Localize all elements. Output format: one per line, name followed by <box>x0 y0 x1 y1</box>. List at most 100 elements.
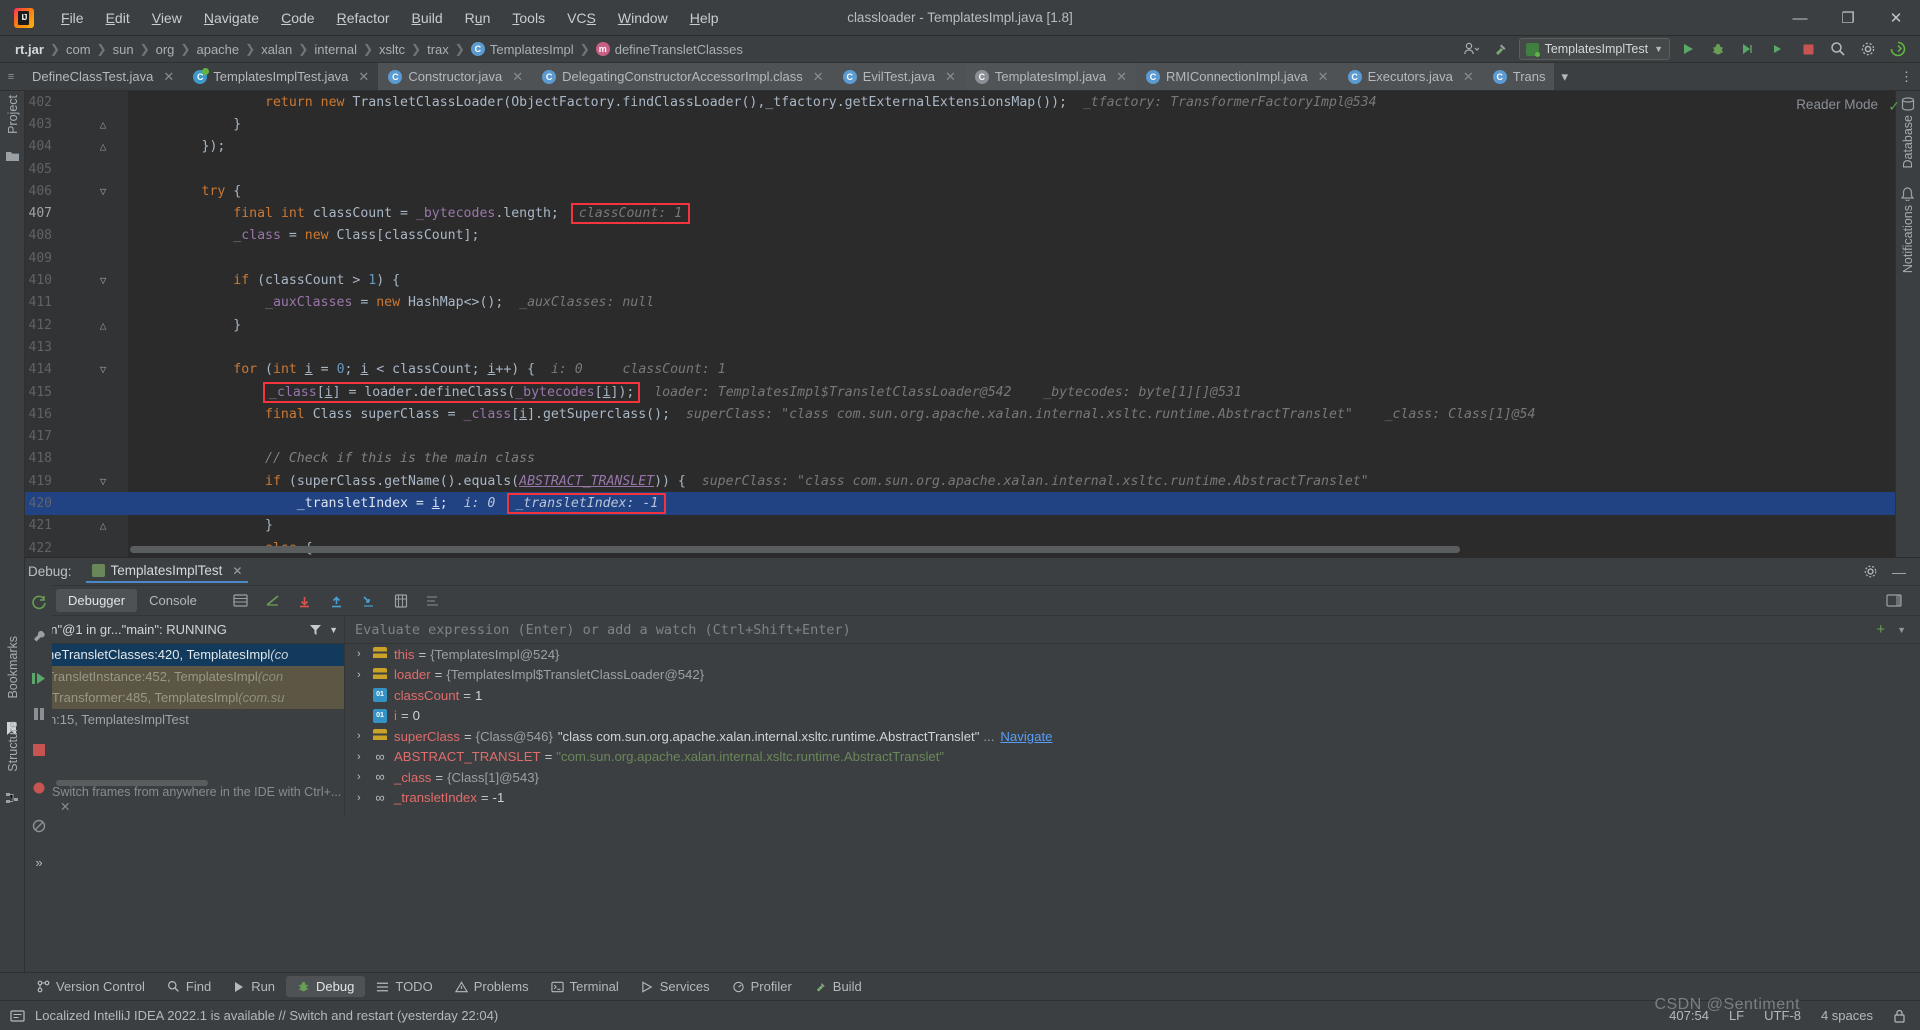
breadcrumb-item[interactable]: org <box>151 40 180 59</box>
tab-templates-impl[interactable]: C TemplatesImpl.java ✕ <box>964 63 1137 90</box>
code-line[interactable]: 409 <box>0 247 1920 270</box>
bottom-item-services[interactable]: Services <box>630 976 721 997</box>
stop-button[interactable] <box>1796 38 1820 60</box>
inline-debug-hint[interactable]: i: 0 classCount: 1 <box>535 362 726 377</box>
tab-templates-impl-test[interactable]: C TemplatesImplTest.java ✕ <box>183 63 378 90</box>
breadcrumb-item[interactable]: internal <box>309 40 362 59</box>
debug-session-tab[interactable]: TemplatesImplTest ✕ <box>85 560 249 583</box>
run-button[interactable] <box>1676 38 1700 60</box>
code-fold-icon[interactable]: ▽ <box>96 363 110 376</box>
pause-program-icon[interactable] <box>30 705 48 723</box>
bottom-item-profiler[interactable]: Profiler <box>721 976 803 997</box>
bottom-item-debug[interactable]: Debug <box>286 976 366 997</box>
editor-tab-bar[interactable]: ≡ DefineClassTest.java ✕ C TemplatesImpl… <box>0 63 1920 91</box>
run-configuration-selector[interactable]: TemplatesImplTest ▼ <box>1518 38 1670 60</box>
variable-row[interactable]: › ∞ ABSTRACT_TRANSLET = "com.sun.org.apache.… <box>345 747 1920 768</box>
bottom-item-run[interactable]: Run <box>222 976 286 997</box>
debug-toolbar[interactable] <box>231 591 443 611</box>
tab-list-icon[interactable]: ≡ <box>0 63 22 90</box>
tab-options-icon[interactable]: ⋮ <box>1893 63 1920 90</box>
settings-list-icon[interactable] <box>423 591 443 611</box>
tab-constructor[interactable]: C Constructor.java ✕ <box>378 63 533 90</box>
update-icon[interactable] <box>1886 38 1910 60</box>
tab-rmi-connection-impl[interactable]: C RMIConnectionImpl.java ✕ <box>1136 63 1338 90</box>
debug-button[interactable] <box>1706 38 1730 60</box>
menu-window[interactable]: Window <box>607 6 679 30</box>
breadcrumb-item[interactable]: rt.jar <box>10 40 49 59</box>
profile-button[interactable] <box>1766 38 1790 60</box>
tab-executors[interactable]: C Executors.java ✕ <box>1337 63 1483 90</box>
view-breakpoints-icon[interactable] <box>30 779 48 797</box>
variable-row[interactable]: › loader = {TemplatesImpl$TransletClassLoad… <box>345 665 1920 686</box>
code-line[interactable]: 414 ▽ for (int i = 0; i < classCount; i ++… <box>0 358 1920 381</box>
menu-vcs[interactable]: VCS <box>556 6 607 30</box>
chevron-right-icon[interactable]: › <box>357 730 373 742</box>
code-line[interactable]: 419 ▽ if (superClass.getName().equals(ABS… <box>0 470 1920 493</box>
tab-close-icon[interactable]: ✕ <box>1463 69 1474 85</box>
code-fold-icon[interactable]: △ <box>96 319 110 332</box>
code-line[interactable]: 411 _auxClasses = new HashMap<>(); _auxC… <box>0 291 1920 314</box>
tab-close-icon[interactable]: ✕ <box>945 69 956 85</box>
code-fold-icon[interactable]: ▽ <box>96 274 110 287</box>
bottom-item-terminal[interactable]: Terminal <box>540 976 630 997</box>
code-line[interactable]: 403 △ } <box>0 113 1920 136</box>
run-coverage-button[interactable] <box>1736 38 1760 60</box>
sidebar-item-notifications[interactable]: Notifications <box>1901 205 1915 273</box>
hammer-icon[interactable] <box>1489 38 1513 60</box>
user-icon[interactable] <box>1459 38 1483 60</box>
code-line[interactable]: 408 _class = new Class[classCount]; <box>0 224 1920 248</box>
inline-debug-hint[interactable]: i: 0 <box>448 496 496 511</box>
code-line[interactable]: 418 // Check if this is the main class <box>0 447 1920 471</box>
close-icon[interactable]: ✕ <box>60 800 70 814</box>
structure-icon[interactable] <box>5 791 20 806</box>
minimize-icon[interactable]: — <box>1892 564 1906 580</box>
menu-code[interactable]: Code <box>270 6 325 30</box>
editor-horizontal-scrollbar[interactable] <box>130 546 1460 553</box>
code-line[interactable]: 412 △ } <box>0 313 1920 337</box>
tab-evil-test[interactable]: C EvilTest.java ✕ <box>832 63 965 90</box>
menu-navigate[interactable]: Navigate <box>193 6 270 30</box>
inline-debug-hint-boxed[interactable]: _transletIndex: -1 <box>507 492 667 514</box>
debug-tool-window[interactable]: Debug: TemplatesImplTest ✕ — Debugger Co… <box>0 557 1920 972</box>
tab-trans[interactable]: C Trans <box>1482 63 1555 90</box>
chevron-right-icon[interactable]: › <box>357 792 373 804</box>
filter-icon[interactable] <box>309 624 322 636</box>
tab-console[interactable]: Console <box>137 589 209 612</box>
bottom-tool-bar[interactable]: Version Control Find Run Debug TODO Prob… <box>0 972 1920 1000</box>
inline-debug-hint[interactable]: _auxClasses: null <box>503 295 654 310</box>
code-fold-icon[interactable]: ▽ <box>96 475 110 488</box>
bottom-item-problems[interactable]: Problems <box>444 976 540 997</box>
lock-icon[interactable] <box>1893 1009 1906 1023</box>
gear-icon[interactable] <box>1863 564 1878 579</box>
breadcrumb-item-method[interactable]: m defineTransletClasses <box>591 40 748 59</box>
reader-mode-label[interactable]: Reader Mode <box>1796 97 1878 112</box>
project-icon[interactable] <box>5 149 20 164</box>
breadcrumb-item[interactable]: trax <box>422 40 454 59</box>
code-line[interactable]: 421 △ } <box>0 514 1920 537</box>
bell-icon[interactable] <box>1901 187 1916 202</box>
code-line[interactable]: 416 final Class superClass = _class[i].g… <box>0 403 1920 426</box>
breadcrumb-item[interactable]: com <box>61 40 96 59</box>
variable-row[interactable]: › ∞ _class = {Class[1]@543} <box>345 767 1920 788</box>
variables-panel[interactable]: Evaluate expression (Enter) or add a wat… <box>345 616 1920 816</box>
settings-wrench-icon[interactable] <box>30 627 48 645</box>
main-menu[interactable]: File Edit View Navigate Code Refactor Bu… <box>50 6 730 30</box>
bottom-item-todo[interactable]: TODO <box>365 976 443 997</box>
resume-program-icon[interactable] <box>30 669 48 687</box>
breadcrumb-item-class[interactable]: C TemplatesImpl <box>466 40 579 59</box>
tab-delegating-constructor-accessor-impl[interactable]: C DelegatingConstructorAccessorImpl.clas… <box>532 63 833 90</box>
status-message[interactable]: Localized IntelliJ IDEA 2022.1 is availa… <box>35 1008 498 1023</box>
minimize-button[interactable]: — <box>1776 0 1824 36</box>
chevron-down-icon[interactable]: ▼ <box>329 625 338 635</box>
variable-row[interactable]: › this = {TemplatesImpl@524} <box>345 644 1920 665</box>
layout-icon[interactable] <box>231 591 251 611</box>
code-line[interactable]: 402 return new TransletClassLoader(Objec… <box>0 91 1920 114</box>
step-over-icon[interactable] <box>295 591 315 611</box>
chevron-down-icon[interactable]: ▼ <box>1897 625 1906 635</box>
evaluate-expression-input[interactable]: Evaluate expression (Enter) or add a wat… <box>355 622 1876 638</box>
variable-row[interactable]: 01 i = 0 <box>345 706 1920 727</box>
step-out-icon[interactable] <box>359 591 379 611</box>
code-line[interactable]: 404 △ }); <box>0 135 1920 158</box>
inline-debug-hint[interactable]: _tfactory: TransformerFactoryImpl@534 <box>1067 95 1377 110</box>
indent-setting[interactable]: 4 spaces <box>1821 1008 1873 1023</box>
